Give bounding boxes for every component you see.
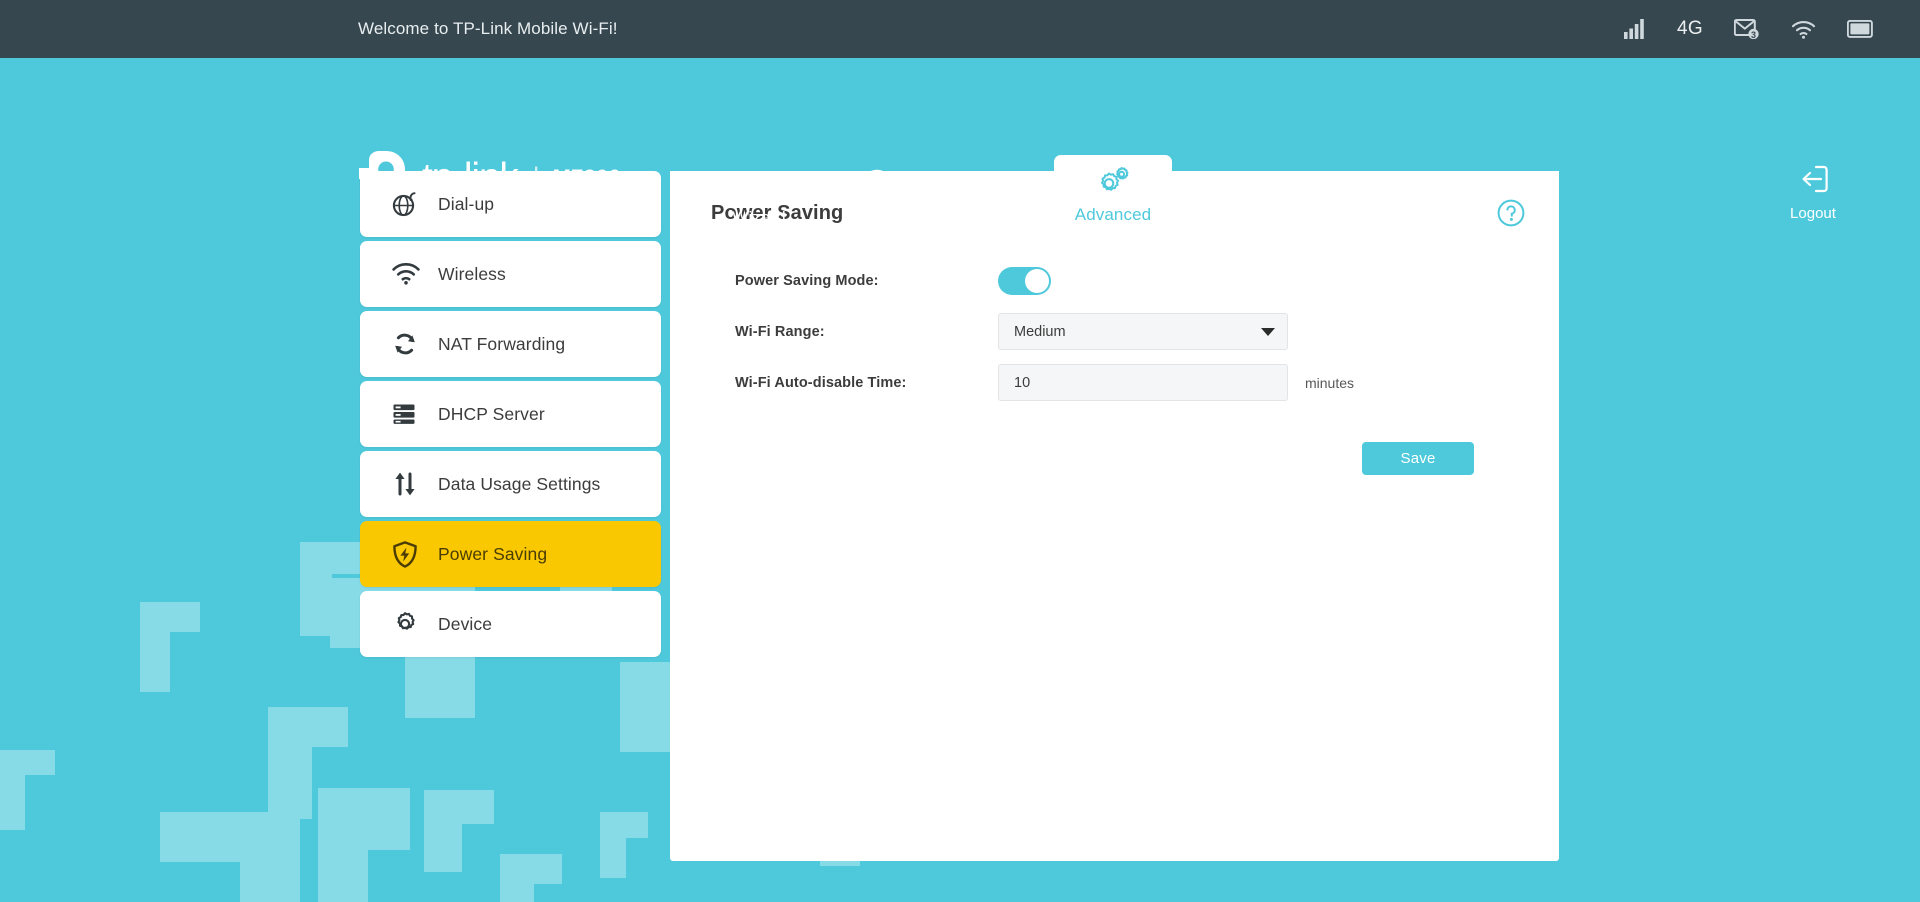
wifi-auto-disable-label: Wi-Fi Auto-disable Time:: [711, 375, 998, 391]
brand-logo: tp-link | M7200: [358, 150, 621, 205]
battery-icon: [1847, 20, 1873, 38]
tab-status[interactable]: Status: [818, 158, 936, 236]
double-gear-icon: [1095, 163, 1131, 199]
toggle-knob: [1025, 269, 1049, 293]
tab-sms-label: SMS: [976, 208, 1013, 228]
brand-name: tp-link: [422, 158, 518, 197]
logout-icon: [1797, 163, 1829, 200]
wifi-icon: [392, 263, 438, 285]
sidebar-item-dhcp-server-label: DHCP Server: [438, 404, 545, 425]
wifi-range-label: Wi-Fi Range:: [711, 324, 998, 340]
logout-button[interactable]: Logout: [1768, 163, 1858, 222]
content-panel: Power Saving Power Saving Mode: Wi-Fi Ra…: [670, 171, 1559, 861]
sidebar-item-wireless-label: Wireless: [438, 264, 506, 285]
form-actions: Save: [711, 442, 1519, 475]
tab-advanced[interactable]: Advanced: [1054, 155, 1172, 236]
page-body: Dial-up Wireless: [0, 171, 1920, 861]
row-wifi-auto-disable: Wi-Fi Auto-disable Time: minutes: [711, 357, 1519, 408]
power-saving-mode-label: Power Saving Mode:: [711, 273, 998, 289]
wifi-range-field: Medium: [998, 313, 1288, 350]
gear-icon: [392, 611, 438, 637]
sidebar-item-data-usage-settings[interactable]: Data Usage Settings: [360, 451, 661, 517]
welcome-message: Welcome to TP-Link Mobile Wi-Fi!: [358, 19, 618, 39]
wifi-auto-disable-unit: minutes: [1305, 375, 1354, 391]
sidebar-item-wireless[interactable]: Wireless: [360, 241, 661, 307]
power-saving-mode-field: [998, 267, 1051, 295]
tab-advanced-label: Advanced: [1075, 205, 1151, 225]
main-navigation: Wizard Status SMS: [700, 155, 1172, 236]
wifi-range-select[interactable]: Medium: [998, 313, 1288, 350]
wifi-icon: [1791, 20, 1816, 39]
up-down-arrows-icon: [392, 471, 438, 497]
shield-bolt-icon: [392, 541, 438, 568]
chevron-down-icon: [1261, 328, 1275, 336]
top-status-bar: Welcome to TP-Link Mobile Wi-Fi! 4G 3: [0, 0, 1920, 58]
sidebar-item-device[interactable]: Device: [360, 591, 661, 657]
app-header: tp-link | M7200 Wizard: [0, 58, 1920, 171]
sms-badge-count: 3: [1748, 30, 1759, 40]
power-saving-form: Power Saving Mode: Wi-Fi Range: Medium: [711, 255, 1519, 475]
sidebar-item-power-saving-label: Power Saving: [438, 544, 547, 565]
advanced-sidebar: Dial-up Wireless: [360, 171, 661, 861]
tab-wizard-label: Wizard: [732, 208, 786, 228]
sidebar-item-power-saving[interactable]: Power Saving: [360, 521, 661, 587]
wifi-auto-disable-field: minutes: [998, 364, 1354, 401]
brand-separator: |: [533, 164, 540, 191]
status-icon-group: 4G 3: [1624, 18, 1873, 40]
tab-sms[interactable]: SMS: [936, 158, 1054, 236]
sidebar-item-data-usage-settings-label: Data Usage Settings: [438, 474, 600, 495]
refresh-arrows-icon: [392, 331, 438, 357]
gear-icon: [743, 166, 775, 202]
save-button[interactable]: Save: [1362, 442, 1474, 475]
sms-envelope-icon: 3: [1734, 19, 1760, 39]
logout-label: Logout: [1790, 205, 1836, 222]
row-power-saving-mode: Power Saving Mode:: [711, 255, 1519, 306]
globe-icon: [861, 166, 893, 202]
tplink-logo-mark: [358, 150, 412, 205]
device-model: M7200: [553, 167, 621, 189]
sidebar-item-nat-forwarding-label: NAT Forwarding: [438, 334, 565, 355]
sidebar-item-device-label: Device: [438, 614, 492, 635]
power-saving-mode-toggle[interactable]: [998, 267, 1051, 295]
envelope-icon: [978, 166, 1012, 202]
question-circle-icon[interactable]: [1497, 199, 1525, 232]
server-rack-icon: [392, 402, 438, 426]
signal-bars-icon: [1624, 19, 1646, 39]
sidebar-item-nat-forwarding[interactable]: NAT Forwarding: [360, 311, 661, 377]
wifi-auto-disable-input[interactable]: [998, 364, 1288, 401]
network-type-label: 4G: [1677, 18, 1703, 40]
sidebar-item-dhcp-server[interactable]: DHCP Server: [360, 381, 661, 447]
row-wifi-range: Wi-Fi Range: Medium: [711, 306, 1519, 357]
tab-status-label: Status: [853, 208, 902, 228]
tab-wizard[interactable]: Wizard: [700, 158, 818, 236]
wifi-range-selected-value: Medium: [1014, 324, 1261, 340]
